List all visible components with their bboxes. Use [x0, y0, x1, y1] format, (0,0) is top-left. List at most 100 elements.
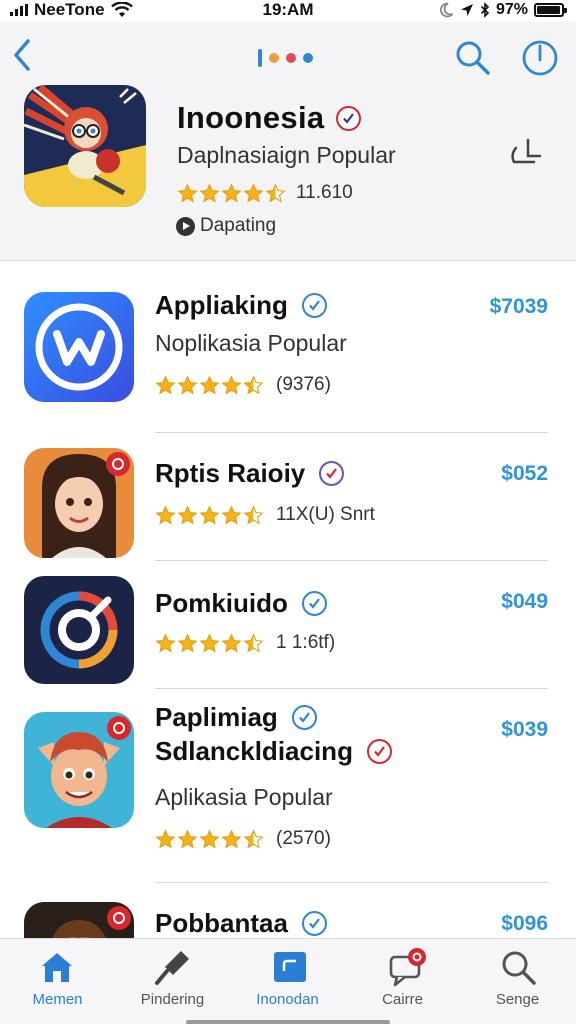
page-dots-icon: [258, 49, 313, 67]
featured-subtitle: Daplnasiaign Popular: [177, 142, 396, 168]
star-rating: [177, 182, 286, 204]
app-rating: (2570): [155, 828, 331, 850]
price-button[interactable]: $7039: [490, 295, 548, 319]
verified-badge-icon: [301, 911, 327, 936]
price-button[interactable]: $096: [501, 912, 548, 936]
price-button[interactable]: $039: [501, 718, 548, 742]
divider: [155, 688, 548, 689]
rating-count: (9376): [276, 374, 331, 395]
power-icon[interactable]: [521, 39, 559, 77]
app-subtitle: Noplikasia Popular: [155, 330, 347, 356]
battery-icon: [534, 3, 567, 17]
ring-logo-icon[interactable]: [24, 576, 134, 684]
location-arrow-icon: [460, 4, 473, 16]
list-item[interactable]: Pobbantaa $096: [0, 884, 576, 938]
star-icon: [221, 828, 242, 849]
battery-percent: 97%: [495, 1, 528, 18]
app-name-row: Rptis Raioiy: [155, 458, 345, 489]
battery-level: [537, 6, 561, 14]
featured-title-row: Inoonesia: [177, 100, 362, 136]
tab-pin[interactable]: Pindering: [115, 939, 230, 1024]
boy-avatar-icon[interactable]: [24, 712, 134, 828]
tab-chat[interactable]: Cairre: [345, 939, 460, 1024]
pin-icon: [155, 951, 189, 985]
app-name-row: Paplimiag: [155, 702, 317, 733]
verified-badge-icon: [301, 591, 327, 616]
verified-badge-icon: [319, 461, 345, 486]
chevron-left-icon[interactable]: [8, 36, 40, 74]
star-icon: [199, 632, 220, 653]
star-icon: [243, 828, 264, 849]
nav-bar: [0, 22, 576, 88]
app-name-line2: Sdlanckldiacing: [155, 736, 353, 766]
app-name: Pomkiuido: [155, 588, 288, 618]
list-item[interactable]: Pomkiuido 1 1:6tf) $049: [0, 562, 576, 690]
rating-count: 1 1:6tf): [276, 632, 336, 653]
featured-app[interactable]: Inoonesia Daplnasiaign Popular 11.610 Da…: [0, 85, 576, 261]
verified-badge-icon: [301, 293, 327, 318]
star-icon: [243, 632, 264, 653]
tab-bar: Memen Pindering Inonodan Cairre Senge: [0, 938, 576, 1024]
folder-icon: [274, 952, 306, 982]
star-icon: [177, 504, 198, 525]
tab-label: Cairre: [382, 991, 423, 1008]
star-rating: [155, 632, 264, 654]
star-icon: [221, 182, 242, 203]
home-indicator: [186, 1020, 390, 1024]
app-name-row: Pobbantaa: [155, 908, 327, 938]
featured-app-icon[interactable]: [24, 85, 146, 207]
app-name-row: Appliaking: [155, 290, 327, 321]
app-name-row-2: Sdlanckldiacing: [155, 736, 392, 767]
star-icon: [155, 504, 176, 525]
star-icon: [199, 504, 220, 525]
app-name: Rptis Raioiy: [155, 458, 306, 488]
dark-avatar-icon[interactable]: [24, 902, 134, 938]
rating-count: 11X(U) Snrt: [276, 504, 375, 525]
moon-icon: [439, 2, 454, 18]
search-icon: [502, 951, 536, 985]
app-name: Pobbantaa: [155, 908, 288, 938]
star-rating: [155, 504, 264, 526]
tab-label: Pindering: [140, 991, 205, 1008]
home-icon: [42, 953, 72, 982]
search-icon[interactable]: [455, 40, 491, 76]
price-button[interactable]: $052: [501, 462, 548, 486]
tab-folder[interactable]: Inonodan: [230, 939, 345, 1024]
app-rating: 11X(U) Snrt: [155, 504, 375, 526]
w-logo-icon[interactable]: [24, 292, 134, 402]
rating-count: 11.610: [296, 182, 353, 203]
star-icon: [177, 632, 198, 653]
tab-search[interactable]: Senge: [460, 939, 575, 1024]
bluetooth-icon: [480, 2, 490, 18]
rating-count: (2570): [276, 828, 331, 849]
featured-status-label: Dapating: [200, 215, 277, 236]
app-rating: 1 1:6tf): [155, 632, 335, 654]
girl-avatar-icon[interactable]: [24, 448, 134, 558]
divider: [155, 882, 548, 883]
star-icon: [199, 182, 220, 203]
list-item[interactable]: Paplimiag Sdlanckldiacing Aplikasia Popu…: [0, 690, 576, 884]
price-button[interactable]: $049: [501, 590, 548, 614]
chat-icon: [389, 948, 426, 987]
star-icon: [155, 632, 176, 653]
star-icon: [221, 374, 242, 395]
list-item[interactable]: Appliaking Noplikasia Popular (9376) $70…: [0, 262, 576, 434]
status-bar: NeeTone 19:AM 97%: [0, 0, 576, 22]
app-name-row: Pomkiuido: [155, 588, 327, 619]
star-icon: [155, 374, 176, 395]
featured-status: Dapating: [176, 215, 276, 237]
download-icon[interactable]: [504, 132, 546, 174]
app-subtitle: Aplikasia Popular: [155, 784, 333, 810]
tab-home[interactable]: Memen: [0, 939, 115, 1024]
list-item[interactable]: Rptis Raioiy 11X(U) Snrt $052: [0, 434, 576, 562]
divider: [155, 560, 548, 561]
star-icon: [199, 828, 220, 849]
star-icon: [221, 632, 242, 653]
verified-badge-icon: [336, 105, 362, 131]
star-rating: [155, 828, 264, 850]
star-icon: [265, 182, 286, 203]
featured-rating: 11.610: [177, 182, 353, 204]
verified-badge-icon: [366, 739, 392, 764]
star-icon: [177, 828, 198, 849]
status-right: 97%: [438, 0, 567, 20]
